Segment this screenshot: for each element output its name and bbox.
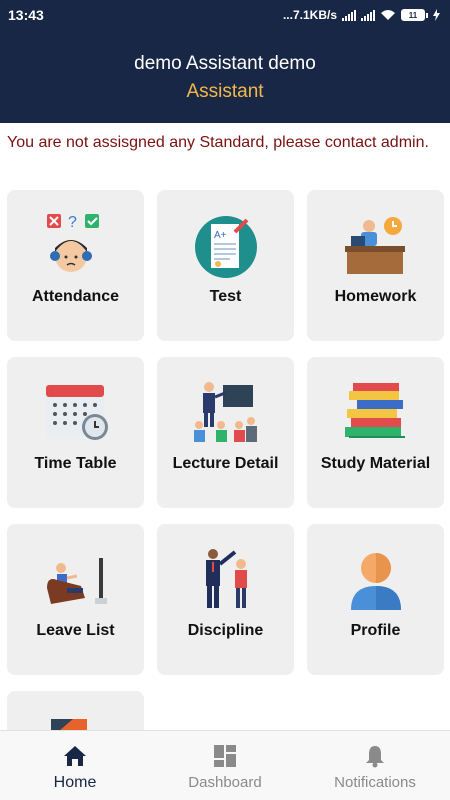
status-bar: 13:43 ...7.1KB/s 11 [0,0,450,30]
nav-notifications-label: Notifications [334,774,416,791]
notice-message: You are not assisgned any Standard, plea… [7,134,429,151]
app-header: demo Assistant demo Assistant [0,30,450,123]
tile-label: Profile [350,622,401,639]
dashboard-icon [214,745,236,767]
tile-label: Time Table [34,455,117,472]
svg-text:?: ? [68,214,77,231]
leave-list-tile[interactable]: Leave List [7,524,144,675]
tile-label: Test [209,288,242,305]
lecture-icon [157,379,294,449]
homework-icon [307,212,444,282]
test-icon: A+ [157,212,294,282]
partial-tile[interactable] [7,691,144,730]
tile-label: Homework [334,288,417,305]
tile-label: Leave List [36,622,115,639]
battery-level: 11 [401,9,425,21]
calendar-icon [7,379,144,449]
status-time: 13:43 [8,7,44,23]
attendance-icon: ? [7,212,144,282]
attendance-tile[interactable]: ? Attendance [7,190,144,341]
books-icon [307,379,444,449]
tile-label: Attendance [31,288,120,305]
time-table-tile[interactable]: Time Table [7,357,144,508]
status-indicators: ...7.1KB/s 11 [283,8,440,22]
test-tile[interactable]: A+ Test [157,190,294,341]
svg-text:A+: A+ [214,230,227,241]
network-speed: ...7.1KB/s [282,8,337,22]
profile-icon [307,546,444,616]
wifi-icon [381,10,395,20]
signal-icon [342,9,356,21]
partial-tile-icon [51,718,87,730]
tile-label: Study Material [320,455,431,472]
nav-dashboard-label: Dashboard [188,774,262,791]
battery-icon: 11 [401,9,428,21]
tile-label: Lecture Detail [172,455,279,472]
home-icon [64,746,86,766]
homework-tile[interactable]: Homework [307,190,444,341]
signal-icon-2 [361,9,375,21]
discipline-icon [157,546,294,616]
study-material-tile[interactable]: Study Material [307,357,444,508]
charging-icon [433,9,440,21]
lecture-detail-tile[interactable]: Lecture Detail [157,357,294,508]
leave-icon [7,546,144,616]
bell-icon [366,746,384,768]
tile-label: Discipline [187,622,264,639]
discipline-tile[interactable]: Discipline [157,524,294,675]
user-name: demo Assistant demo [134,53,316,74]
user-role: Assistant [186,81,264,102]
nav-dashboard[interactable]: Dashboard [150,731,300,800]
bottom-navigation: Home Dashboard Notifications [0,730,450,800]
profile-tile[interactable]: Profile [307,524,444,675]
nav-home-label: Home [53,774,97,791]
nav-home[interactable]: Home [0,731,150,800]
nav-notifications[interactable]: Notifications [300,731,450,800]
